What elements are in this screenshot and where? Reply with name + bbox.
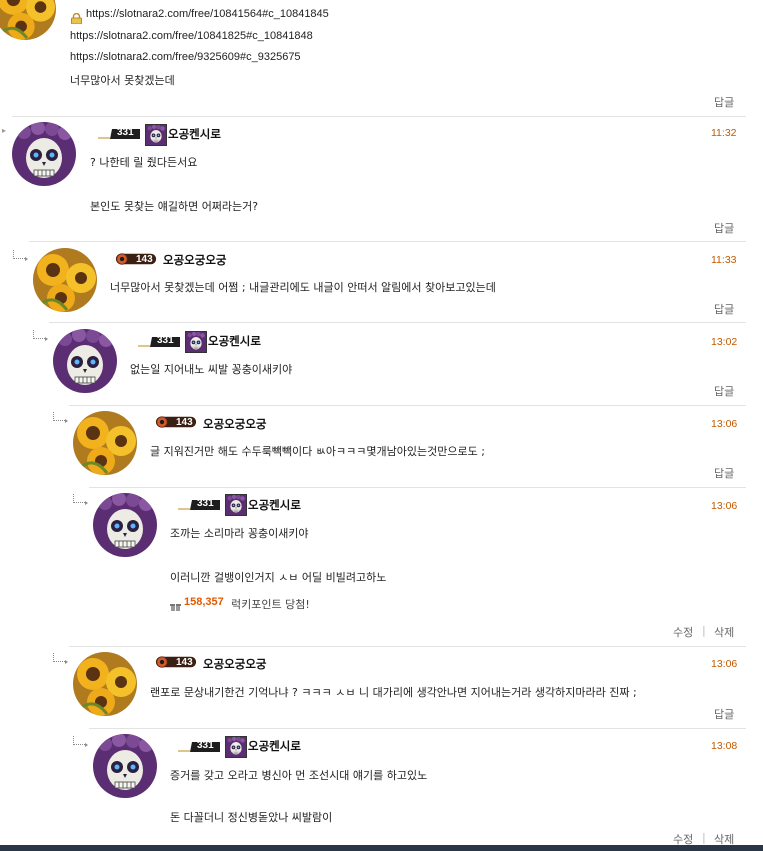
comment-time: 13:06 [711,658,738,670]
avatar[interactable] [73,411,137,475]
avatar-sunflower-image [0,0,56,40]
comment-text: 조까는 소리마라 꽁충이새키야 [170,527,309,540]
reply-arrow-icon [33,330,48,341]
comment-text: 돈 다꼴더니 정신병돋았나 씨발람이 [170,811,333,824]
avatar[interactable] [0,0,56,40]
comment-time: 13:06 [711,500,738,512]
page-footer-strip [0,845,763,851]
comment-text: 너무많아서 못찾겠는데 [70,74,175,87]
divider [69,405,746,406]
comment-time: 13:02 [711,336,738,348]
author-nickname[interactable]: 오공켄시로 [248,497,301,513]
reply-button[interactable]: 답글 [714,706,734,722]
comment-text: 랜포로 문상내기한건 기억나냐 ? ㅋㅋㅋ ㅅㅂ 니 대가리에 생각안나면 지어… [150,686,637,699]
comment-text: 너무많아서 못찾겠는데 어쩜 ; 내글관리에도 내글이 안떠서 알림에서 찾아보… [110,281,496,294]
divider [49,322,746,323]
avatar-skull-image [53,329,117,393]
level-number: 331 [197,498,214,509]
comment-text: 없는일 지어내노 씨발 꽁충이새키야 [130,363,293,376]
reply-button[interactable]: 답글 [714,220,734,236]
comment-time: 13:08 [711,740,738,752]
reply-arrow-icon [53,653,68,664]
divider [89,728,746,729]
avatar-sunflower-image [73,652,137,716]
comment-text: ? 나한테 릴 줬다든서요 [90,156,198,169]
action-separator: | [702,831,706,844]
comment-time: 11:33 [711,254,737,266]
comment-time: 13:06 [711,418,738,430]
collapse-arrow-icon[interactable]: ▸ [2,126,6,135]
points-value: 158,357 [184,596,224,608]
divider [89,487,746,488]
comment-text: 글 지워진거만 해도 수두룩빽빽이다 ㅄ아ㅋㅋㅋ몇개남아있는것만으로도 ; [150,445,485,458]
author-nickname[interactable]: 오공오궁오궁 [203,656,266,672]
reply-arrow-icon [73,494,88,505]
reply-arrow-icon [13,250,28,261]
divider [69,646,746,647]
reply-arrow-icon [73,736,88,747]
comment-link[interactable]: https://slotnara2.com/free/10841825#c_10… [70,30,313,42]
avatar[interactable] [53,329,117,393]
level-number: 331 [157,335,174,346]
avatar[interactable] [12,122,76,186]
level-number: 331 [117,127,134,138]
reply-button[interactable]: 답글 [714,465,734,481]
avatar-sunflower-image [33,248,97,312]
author-nickname[interactable]: 오공오궁오궁 [203,416,266,432]
comment-text: 본인도 못찾는 얘길하면 어쩌라는거? [90,200,259,213]
level-number: 143 [176,417,193,428]
avatar[interactable] [93,493,157,557]
rank-icon [185,331,207,353]
level-number: 143 [176,657,193,668]
avatar-skull-image [93,734,157,798]
rank-icon [225,494,247,516]
author-nickname[interactable]: 오공켄시로 [168,126,221,142]
avatar-skull-image [93,493,157,557]
level-number: 143 [136,254,153,265]
avatar-skull-image [12,122,76,186]
author-nickname[interactable]: 오공켄시로 [248,738,301,754]
reply-arrow-icon [53,412,68,423]
author-nickname[interactable]: 오공켄시로 [208,333,261,349]
gift-icon [170,597,181,611]
avatar[interactable] [93,734,157,798]
avatar[interactable] [33,248,97,312]
rank-icon [225,736,247,758]
comment-link[interactable]: https://slotnara2.com/free/10841564#c_10… [86,8,329,20]
reply-button[interactable]: 답글 [714,301,734,317]
comment-text: 이러니깐 걸뱅이인거지 ㅅㅂ 어딜 비빌려고하노 [170,571,387,584]
delete-button[interactable]: 삭제 [714,624,734,640]
avatar-sunflower-image [73,411,137,475]
author-nickname[interactable]: 오공오궁오궁 [163,252,226,268]
reply-button[interactable]: 답글 [714,94,734,110]
rank-icon [145,124,167,146]
comment-link[interactable]: https://slotnara2.com/free/9325609#c_932… [70,51,301,63]
comment-text: 증거를 갖고 오라고 병신아 먼 조선시대 얘기를 하고있노 [170,769,428,782]
level-number: 331 [197,740,214,751]
avatar[interactable] [73,652,137,716]
edit-button[interactable]: 수정 [673,624,693,640]
lock-icon [70,9,83,25]
comment-time: 11:32 [711,127,737,139]
action-separator: | [702,624,706,637]
divider [29,241,746,242]
divider [12,116,746,117]
reply-button[interactable]: 답글 [714,383,734,399]
points-text: 럭키포인트 당첨! [231,598,310,611]
